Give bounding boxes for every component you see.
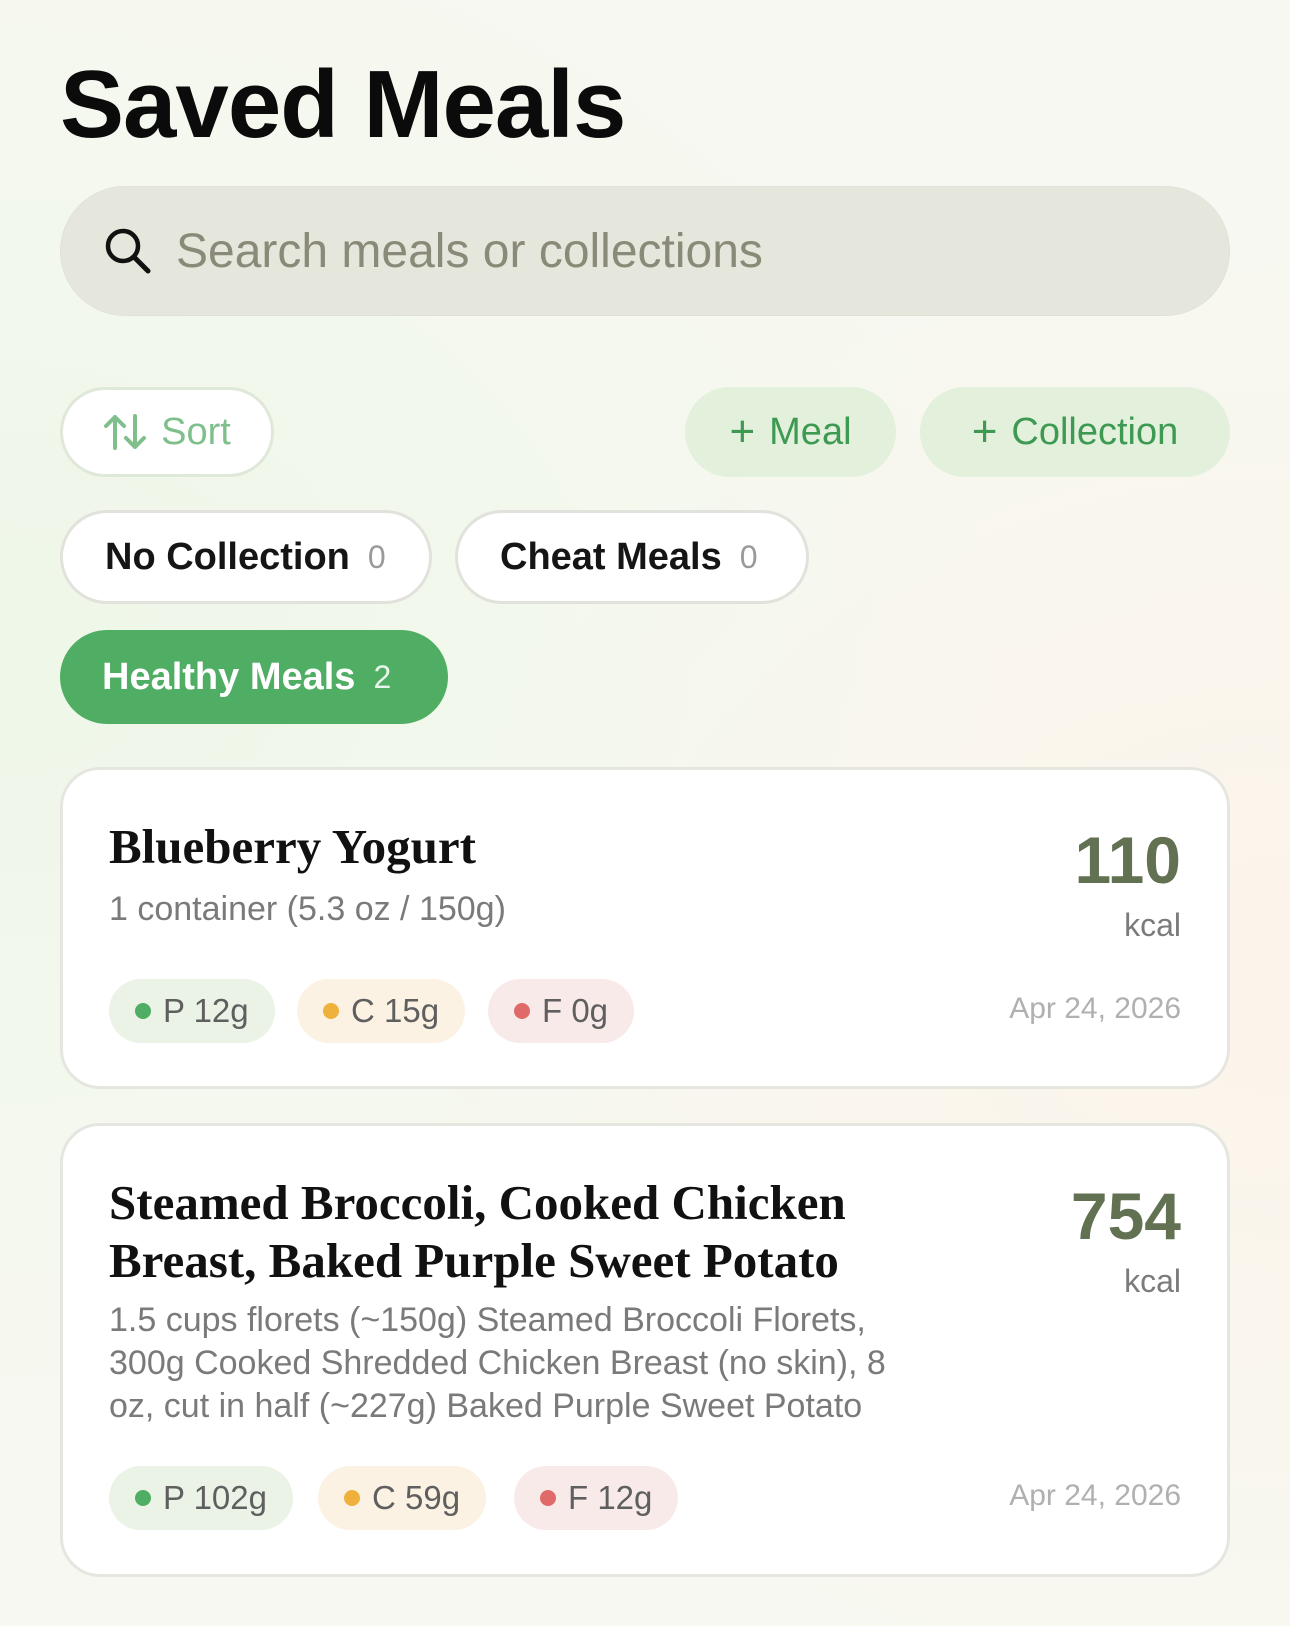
- carbs-dot-icon: [344, 1490, 360, 1506]
- protein-dot-icon: [135, 1003, 151, 1019]
- protein-dot-icon: [135, 1490, 151, 1506]
- carbs-dot-icon: [323, 1003, 339, 1019]
- fat-value: F 0g: [542, 992, 609, 1029]
- collection-chip-healthy-meals[interactable]: Healthy Meals 2: [60, 630, 448, 724]
- fat-dot-icon: [514, 1003, 530, 1019]
- add-meal-button[interactable]: + Meal: [685, 387, 896, 477]
- meal-date: Apr 24, 2026: [1009, 1479, 1181, 1512]
- meal-serving-line: 300g Cooked Shredded Chicken Breast (no …: [109, 1344, 886, 1382]
- meal-kcal-unit: kcal: [1124, 907, 1181, 943]
- sort-button[interactable]: Sort: [60, 387, 274, 477]
- search-bar[interactable]: [60, 186, 1230, 316]
- add-collection-label: Collection: [1011, 410, 1179, 453]
- meal-kcal: 754: [1070, 1179, 1181, 1253]
- protein-badge: P 12g: [109, 979, 275, 1043]
- meal-card[interactable]: Blueberry Yogurt 1 container (5.3 oz / 1…: [60, 767, 1230, 1089]
- meal-kcal: 110: [1074, 823, 1181, 897]
- meal-kcal-unit: kcal: [1124, 1263, 1181, 1299]
- collection-chip-no-collection[interactable]: No Collection 0: [60, 510, 432, 604]
- carbs-value: C 59g: [372, 1479, 461, 1516]
- protein-value: P 102g: [163, 1479, 267, 1516]
- carbs-badge: C 15g: [297, 979, 466, 1043]
- meal-serving-line: oz, cut in half (~227g) Baked Purple Swe…: [109, 1387, 863, 1425]
- collection-chip-label: No Collection: [105, 535, 350, 578]
- page-title: Saved Meals: [60, 51, 626, 158]
- collection-chip-cheat-meals[interactable]: Cheat Meals 0: [455, 510, 809, 604]
- sort-arrows-icon: [103, 412, 147, 452]
- fat-value: F 12g: [568, 1479, 653, 1516]
- meal-name: Blueberry Yogurt: [109, 819, 476, 874]
- meal-name: Steamed Broccoli, Cooked Chicken Breast,…: [109, 1174, 846, 1290]
- protein-value: P 12g: [163, 992, 249, 1029]
- fat-badge: F 0g: [488, 979, 635, 1043]
- sort-label: Sort: [161, 410, 231, 453]
- fat-badge: F 12g: [514, 1466, 679, 1530]
- meal-serving: 1.5 cups florets (~150g) Steamed Broccol…: [109, 1299, 886, 1428]
- collection-chip-count: 2: [373, 658, 392, 695]
- meal-card[interactable]: Steamed Broccoli, Cooked Chicken Breast,…: [60, 1123, 1230, 1577]
- collection-chip-count: 0: [367, 538, 386, 575]
- collection-chip-label: Healthy Meals: [102, 655, 356, 698]
- carbs-badge: C 59g: [318, 1466, 487, 1530]
- plus-icon: +: [971, 407, 998, 456]
- search-icon: [100, 223, 156, 279]
- meal-name-line: Breast, Baked Purple Sweet Potato: [109, 1233, 839, 1288]
- meal-name-line: Steamed Broccoli, Cooked Chicken: [109, 1175, 846, 1230]
- meal-serving-line: 1.5 cups florets (~150g) Steamed Broccol…: [109, 1301, 866, 1339]
- search-input[interactable]: [176, 223, 1176, 279]
- collection-chip-count: 0: [739, 538, 758, 575]
- carbs-value: C 15g: [351, 992, 440, 1029]
- add-collection-button[interactable]: + Collection: [920, 387, 1230, 477]
- add-meal-label: Meal: [769, 410, 852, 453]
- meal-date: Apr 24, 2026: [1009, 992, 1181, 1025]
- meal-serving: 1 container (5.3 oz / 150g): [109, 890, 506, 928]
- fat-dot-icon: [540, 1490, 556, 1506]
- plus-icon: +: [729, 407, 756, 456]
- collection-chip-label: Cheat Meals: [500, 535, 722, 578]
- protein-badge: P 102g: [109, 1466, 293, 1530]
